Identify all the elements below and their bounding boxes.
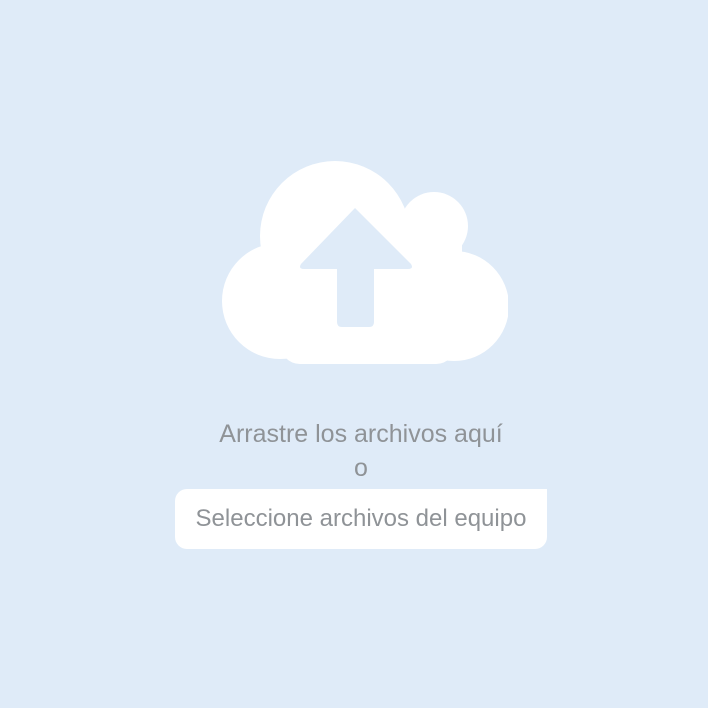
cloud-upload-icon [222,161,508,364]
select-files-button[interactable]: Seleccione archivos del equipo [175,489,547,549]
file-drop-zone[interactable]: Arrastre los archivos aquí o Seleccione … [0,0,708,708]
drag-prompt-text: Arrastre los archivos aquí [219,420,503,448]
or-separator: o [354,454,368,482]
